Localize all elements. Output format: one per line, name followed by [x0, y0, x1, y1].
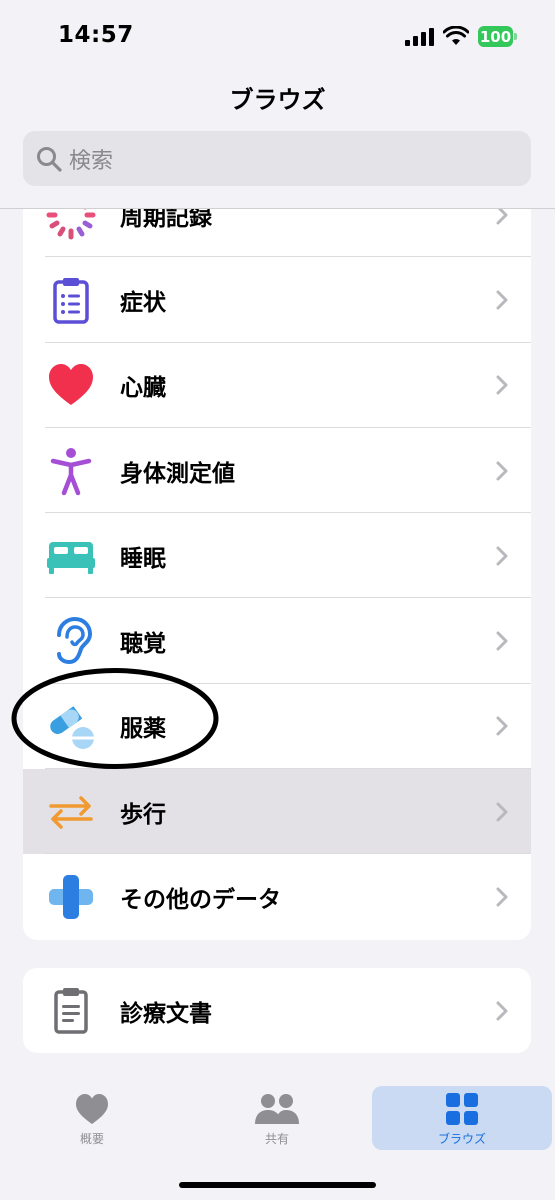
category-label: 症状	[120, 289, 166, 316]
battery-level: 100	[478, 26, 513, 47]
chevron-right-icon	[496, 631, 508, 651]
heart-tab-icon	[76, 1094, 108, 1124]
walking-arrows-icon	[45, 786, 97, 838]
bed-icon	[45, 530, 97, 582]
annotation-circle	[11, 668, 219, 769]
search-field[interactable]: 検索	[23, 131, 531, 186]
category-label: 睡眠	[120, 545, 166, 572]
category-row-sleep[interactable]: 睡眠	[23, 513, 531, 599]
chevron-right-icon	[496, 209, 508, 225]
documents-label: 診療文書	[120, 1000, 212, 1027]
category-row-body-measurements[interactable]: 身体測定値	[23, 428, 531, 514]
wifi-icon	[443, 26, 469, 45]
home-indicator	[179, 1182, 376, 1188]
grid-icon	[446, 1093, 478, 1125]
clipboard-list-icon	[45, 274, 97, 326]
chevron-right-icon	[496, 546, 508, 566]
document-clipboard-icon	[45, 985, 97, 1037]
chevron-right-icon	[496, 375, 508, 395]
category-label: 聴覚	[120, 631, 166, 658]
ear-icon	[45, 615, 97, 667]
category-label: 心臓	[120, 375, 166, 402]
battery-icon: 100	[478, 26, 517, 47]
category-label: 歩行	[120, 801, 166, 828]
chevron-right-icon	[496, 461, 508, 481]
people-icon	[255, 1094, 299, 1124]
category-label: 身体測定値	[120, 460, 235, 487]
chevron-right-icon	[496, 290, 508, 310]
category-list: 周期記録 症状 心臓 身体測定値 睡眠 聴覚 服薬 歩行 その他のデータ	[23, 209, 531, 940]
chevron-right-icon	[496, 887, 508, 907]
search-icon	[37, 146, 62, 172]
cellular-signal-icon	[405, 28, 434, 46]
tab-sharing[interactable]: 共有	[187, 1086, 367, 1150]
status-time: 14:57	[58, 22, 134, 48]
heart-icon	[45, 359, 97, 411]
category-row-cycle-tracking[interactable]: 周期記録	[23, 209, 531, 258]
status-bar: 14:57 100	[0, 0, 555, 70]
tab-label: ブラウズ	[437, 1132, 486, 1146]
chevron-right-icon	[496, 802, 508, 822]
category-label: 周期記録	[120, 209, 212, 231]
category-label: その他のデータ	[120, 887, 281, 914]
cycle-tracking-icon	[45, 209, 97, 241]
chevron-right-icon	[496, 1001, 508, 1020]
category-row-other-data[interactable]: その他のデータ	[23, 854, 531, 939]
category-row-walking[interactable]: 歩行	[23, 769, 531, 855]
clinical-documents-row[interactable]: 診療文書	[23, 968, 531, 1053]
category-row-heart[interactable]: 心臓	[23, 343, 531, 428]
plus-cross-icon	[45, 871, 97, 923]
chevron-right-icon	[496, 716, 508, 736]
tab-label: 概要	[79, 1132, 104, 1146]
page-title: ブラウズ	[229, 86, 326, 114]
body-measurements-icon	[45, 445, 97, 497]
tab-browse[interactable]: ブラウズ	[372, 1086, 552, 1150]
tab-label: 共有	[264, 1132, 289, 1146]
tab-summary[interactable]: 概要	[2, 1086, 182, 1150]
category-row-symptoms[interactable]: 症状	[23, 257, 531, 343]
search-placeholder: 検索	[69, 148, 114, 174]
